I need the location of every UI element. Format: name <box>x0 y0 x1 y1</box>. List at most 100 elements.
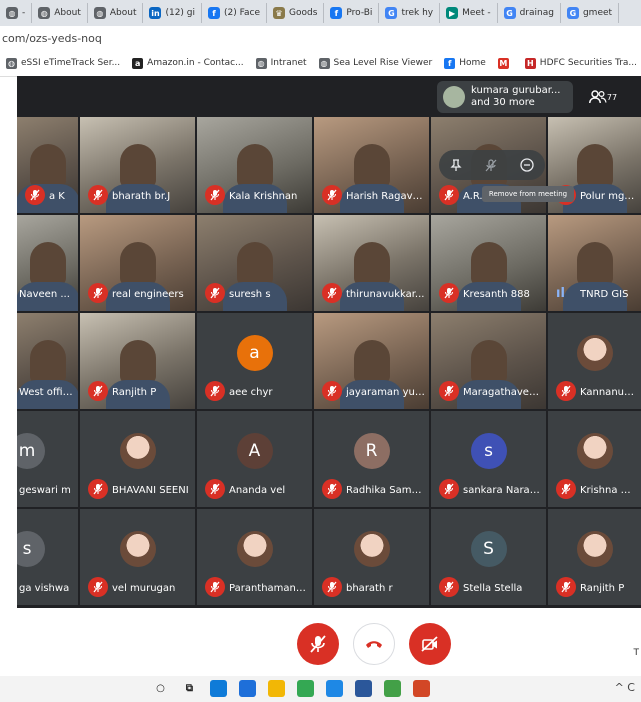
participant-name: Paranthaman ... <box>229 583 308 594</box>
participant-tile[interactable]: Krishna Kris <box>548 411 641 507</box>
store-icon[interactable] <box>326 680 343 697</box>
participant-video <box>456 339 521 409</box>
browser-tab[interactable]: ◍ About <box>32 3 88 23</box>
file-explorer-icon[interactable] <box>268 680 285 697</box>
browser-tab[interactable]: ♛ Goods <box>267 3 325 23</box>
participant-video <box>562 143 627 213</box>
participant-tile[interactable]: vel murugan <box>80 509 195 605</box>
participant-tile[interactable]: S Stella Stella <box>431 509 546 605</box>
bookmark-item[interactable]: ◍ Intranet <box>250 57 313 69</box>
browser-tab[interactable]: ◍ - <box>0 3 33 23</box>
participant-tile[interactable]: ıl TNRD GIS <box>548 215 641 311</box>
meet-top-bar: kumara gurubar... and 30 more 77 <box>17 76 641 117</box>
avatar: s <box>470 433 507 469</box>
mic-off-icon <box>322 283 342 303</box>
word-icon[interactable] <box>355 680 372 697</box>
participant-tile[interactable]: suresh s <box>197 215 312 311</box>
browser-tab-label: (2) Face <box>224 8 260 18</box>
participant-tile[interactable]: Maragathaven... <box>431 313 546 409</box>
bookmark-item[interactable]: ◍ eSSI eTimeTrack Ser... <box>0 57 126 69</box>
participant-tile[interactable]: m geswari m <box>17 411 78 507</box>
system-tray[interactable]: ^ C <box>615 681 635 694</box>
browser-tab[interactable]: Ggmeet <box>561 3 620 23</box>
leave-call-button[interactable] <box>353 623 395 665</box>
people-button[interactable]: 77 <box>583 84 623 110</box>
participant-tile[interactable]: s ga vishwa <box>17 509 78 605</box>
participant-tile[interactable]: bharath br.J <box>80 117 195 213</box>
chrome-icon[interactable] <box>297 680 314 697</box>
participant-tile[interactable]: Naveen ... <box>17 215 78 311</box>
browser-tab[interactable]: f (2) Face <box>202 3 267 23</box>
bookmark-item[interactable]: M <box>492 57 519 69</box>
participant-video <box>339 339 404 409</box>
pin-icon[interactable] <box>450 158 462 172</box>
mail-icon[interactable] <box>239 680 256 697</box>
mic-off-icon <box>205 185 225 205</box>
participant-tile[interactable]: Paranthaman ... <box>197 509 312 605</box>
browser-tab[interactable]: ▶ Meet - <box>440 3 498 23</box>
participant-tile[interactable]: Kannanunni <box>548 313 641 409</box>
participant-tile[interactable]: real engineers <box>80 215 195 311</box>
camera-toggle-button[interactable] <box>409 623 451 665</box>
mic-off-icon <box>322 479 342 499</box>
mic-off-icon <box>439 381 459 401</box>
mute-participant-icon[interactable] <box>485 158 497 172</box>
participant-tile[interactable]: thirunavukkar... <box>314 215 429 311</box>
people-icon <box>588 90 607 104</box>
participant-tile[interactable]: Harish Ragave... <box>314 117 429 213</box>
bookmark-item[interactable]: a Amazon.in - Contac... <box>126 57 249 69</box>
linkedin-icon: in <box>149 7 162 19</box>
participant-tile[interactable]: BHAVANI SEENI <box>80 411 195 507</box>
browser-tab[interactable]: in (12) gi <box>143 3 203 23</box>
address-bar[interactable]: com/ozs-yeds-noq <box>0 26 641 51</box>
microphone-toggle-button[interactable] <box>297 623 339 665</box>
participant-tile[interactable]: Kresanth 888 <box>431 215 546 311</box>
participant-tile[interactable]: Ranjith P <box>80 313 195 409</box>
browser-tab[interactable]: ◍ About <box>88 3 144 23</box>
paint-icon[interactable] <box>384 680 401 697</box>
participant-name: real engineers <box>112 289 184 300</box>
participant-name: geswari m <box>19 485 71 496</box>
participant-tile[interactable]: West office <box>17 313 78 409</box>
participants-pill[interactable]: kumara gurubar... and 30 more <box>437 81 573 113</box>
participant-tile[interactable]: A Ananda vel <box>197 411 312 507</box>
participant-tile[interactable]: Ranjith P <box>548 509 641 605</box>
mic-off-icon <box>322 185 342 205</box>
participant-tile[interactable]: Kala Krishnan <box>197 117 312 213</box>
participant-tile[interactable]: a K <box>17 117 78 213</box>
participant-tile[interactable]: s sankara Naray... <box>431 411 546 507</box>
participant-tile[interactable]: a aee chyr <box>197 313 312 409</box>
browser-tab[interactable]: f Pro-Bi <box>324 3 380 23</box>
participant-name: suresh s <box>229 289 271 300</box>
participant-tile[interactable]: R Radhika Samp... <box>314 411 429 507</box>
browser-tab-label: Goods <box>289 8 318 18</box>
hdfc-icon: H <box>524 57 536 69</box>
bookmark-item[interactable]: f Home <box>438 57 492 69</box>
browser-tab[interactable]: Gtrek hy <box>379 3 441 23</box>
participant-tile[interactable]: bharath r <box>314 509 429 605</box>
mic-off-icon <box>88 577 108 597</box>
bookmarks-bar: ◍ eSSI eTimeTrack Ser... a Amazon.in - Cont… <box>0 50 641 77</box>
search-circle-icon[interactable]: ○ <box>152 680 169 697</box>
hang-up-icon <box>366 641 382 648</box>
browser-tab-label: trek hy <box>401 8 434 18</box>
mic-off-icon <box>205 381 225 401</box>
browser-tab-label: gmeet <box>582 8 613 18</box>
google-icon: G <box>385 7 398 19</box>
bookmark-item[interactable]: ◍ Sea Level Rise Viewer <box>313 57 439 69</box>
participant-tile[interactable]: jayaraman yuv... <box>314 313 429 409</box>
browser-tab[interactable]: Gdrainag <box>498 3 561 23</box>
participant-name: Maragathaven... <box>463 387 542 398</box>
edge-icon[interactable] <box>210 680 227 697</box>
mic-off-icon <box>439 577 459 597</box>
url-text[interactable]: com/ozs-yeds-noq <box>0 32 102 45</box>
bookmark-label: eSSI eTimeTrack Ser... <box>21 58 121 68</box>
bookmark-item[interactable]: H HDFC Securities Tra... <box>519 57 641 69</box>
avatar <box>353 531 390 567</box>
task-view-icon[interactable]: ⧉ <box>181 680 198 697</box>
remove-participant-icon[interactable] <box>519 158 534 172</box>
participant-video <box>105 241 170 311</box>
powerpoint-icon[interactable] <box>413 680 430 697</box>
speaking-indicator-icon: ıl <box>556 286 565 301</box>
avatar <box>576 433 613 469</box>
